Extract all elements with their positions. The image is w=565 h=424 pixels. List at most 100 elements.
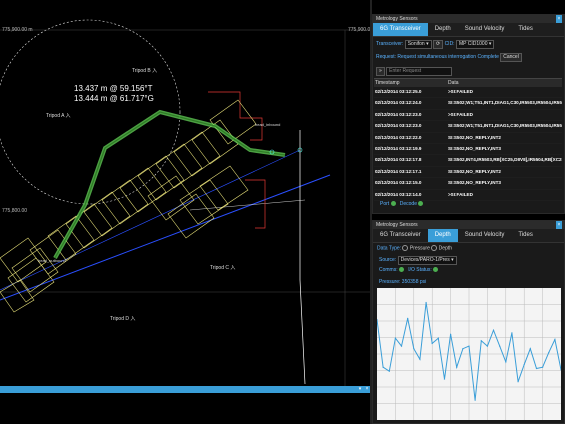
tab-depth[interactable]: Depth [428,23,458,36]
close-icon[interactable]: × [556,15,562,23]
red-outline [245,179,266,229]
decode-label: Decode [399,201,417,207]
cell-timestamp: 02/12/2014 03:12:15.0 [375,180,422,186]
data-type-label: Data Type: [377,245,402,252]
table-row[interactable]: 02/12/2014 03:12:15.0 SI:S502,NO_REPLY,IN… [374,178,562,190]
tripod-c-label: Tripod C 入 [210,265,236,271]
data-point [554,338,556,341]
panel-title-bar: Metrology Sensors × [373,221,564,229]
table-row[interactable]: 02/12/2014 03:12:14.0 >SI:FAILED [374,190,562,201]
tripod-d-label: Tripod D 入 [110,316,136,322]
data-point [419,358,421,360]
tripod-b-label: Tripod B 入 [132,68,158,74]
tab-bar: 6G Transceiver Depth Sound Velocity Tide… [373,23,564,37]
cell-data: >SI:FAILED [448,191,473,197]
comms-status-icon [399,267,405,273]
cell-data: SI:S502,NO_REPLY,INT2 [448,134,501,140]
tab-tides[interactable]: Tides [511,23,539,36]
io-status-icon [433,267,439,273]
cid-select[interactable]: MP CID1000 ▾ [455,40,495,49]
source-select[interactable]: Devices/PARO-1/Pres ▾ [397,256,457,265]
cid-label: CID: [444,41,455,47]
data-point [400,345,403,347]
port-decode-row: Port Decode [380,201,424,207]
table-row[interactable]: 02/12/2014 03:12:17.1 SI:S502,NO_REPLY,IN… [374,167,562,179]
data-point [517,381,519,383]
source-row: Source: Devices/PARO-1/Pres ▾ [379,256,457,265]
pressure-radio[interactable] [402,245,409,251]
panel-title: Metrology Sensors [376,222,418,228]
close-icon[interactable]: × [556,221,562,229]
cell-data: SI:S502,NO_REPLY,INT3 [448,145,501,151]
table-row[interactable]: 02/12/2014 03:12:24.0 SI:S502;W1;T51,INT1… [374,98,562,110]
data-point [468,345,470,347]
refresh-icon[interactable]: ⟳ [432,40,444,49]
cell-data: SI:S502,NO_REPLY,INT3 [448,180,501,186]
pressure-option-label: Pressure [409,245,430,252]
pressure-value: 350358 psi [401,279,427,285]
cell-timestamp: 02/12/2014 03:12:19.9 [375,145,422,151]
depth-option-label: Depth [438,245,453,252]
data-point [431,342,433,345]
column-header-timestamp[interactable]: Timestamp [374,79,448,87]
pressure-chart[interactable] [377,288,561,420]
map-status-bar: ▾ × [0,386,371,393]
measurement-line-2: 13.444 m @ 61.717°G [74,94,154,103]
data-point [505,361,507,363]
table-row[interactable]: 02/12/2014 03:12:23.0 >SI:FAILED [374,110,562,122]
request-text: Request simultaneous interrogation Compl… [397,54,499,60]
cell-timestamp: 02/12/2014 03:12:23.0 [375,123,422,129]
data-point [474,399,476,401]
data-point [394,337,396,339]
expand-icon[interactable]: » [376,67,385,76]
map-tag-1: head_inbound [255,122,281,127]
data-point [413,348,415,350]
table-row[interactable]: 02/12/2014 03:12:17.8 SI:S502,INT4,IR5503… [374,155,562,167]
data-point [456,366,458,368]
enter-request-input[interactable]: Enter Request [386,67,453,76]
data-point [511,332,513,334]
panel-title: Metrology Sensors [376,16,418,22]
data-point [542,366,544,368]
cell-timestamp: 02/12/2014 03:12:23.0 [375,111,422,117]
data-point [486,345,488,347]
cell-timestamp: 02/12/2014 03:12:17.8 [375,157,422,163]
depth-radio[interactable] [431,245,438,251]
table-row[interactable]: 02/12/2014 03:12:19.9 SI:S502,NO_REPLY,IN… [374,144,562,156]
data-point [492,329,495,331]
transceiver-select[interactable]: Sonifon ▾ [404,40,432,49]
tab-tides[interactable]: Tides [511,229,539,242]
table-header: Timestamp Data [374,79,562,87]
table-row[interactable]: 02/12/2014 03:12:22.0 SI:S502,NO_REPLY,IN… [374,133,562,144]
tab-6g-transceiver[interactable]: 6G Transceiver [373,229,428,242]
column-header-data[interactable]: Data [448,79,562,87]
cancel-button[interactable]: Cancel [500,53,522,62]
measurement-line-1: 13.437 m @ 59.156°T [74,84,153,93]
data-point [523,363,525,366]
data-point [529,348,531,350]
cell-timestamp: 02/12/2014 03:12:25.0 [375,89,422,94]
data-point [425,301,427,304]
map-canvas[interactable] [0,0,371,386]
tab-sound-velocity[interactable]: Sound Velocity [458,23,512,36]
dropdown-icon[interactable]: ▾ [357,386,363,393]
tripod-a-label: Tripod A 入 [46,113,71,119]
tab-sound-velocity[interactable]: Sound Velocity [458,229,512,242]
tab-6g-transceiver[interactable]: 6G Transceiver [373,23,428,36]
source-label: Source: [379,257,397,263]
table-row[interactable]: 02/12/2014 03:12:23.0 SI:S502;W1;T51,INT1… [374,121,562,133]
transceiver-label: Transceiver: [376,41,404,47]
table-row[interactable]: 02/12/2014 03:12:25.0 >SI:FAILED [374,87,562,99]
cell-data: SI:S502;W1;T51,INT1,DIAG1,C30,IR5503,IR5… [448,100,562,106]
coord-label-left: 775,800.00 [2,208,28,214]
map-view[interactable]: 775,900.00 m 775,900.00 775,800.00 13.43… [0,0,373,424]
map-tag-2: head_outbound [38,258,66,263]
decode-status-icon [418,201,424,207]
transceiver-row: Transceiver: Sonifon ▾ ⟳ CID: MP CID1000… [376,40,495,49]
pressure-row: Pressure: 350358 psi [379,279,426,285]
enter-request-row: » Enter Request [376,67,453,76]
pressure-label: Pressure: [379,279,401,285]
cell-timestamp: 02/12/2014 03:12:24.0 [375,100,422,106]
range-circle [0,19,181,205]
tab-depth[interactable]: Depth [427,229,458,242]
